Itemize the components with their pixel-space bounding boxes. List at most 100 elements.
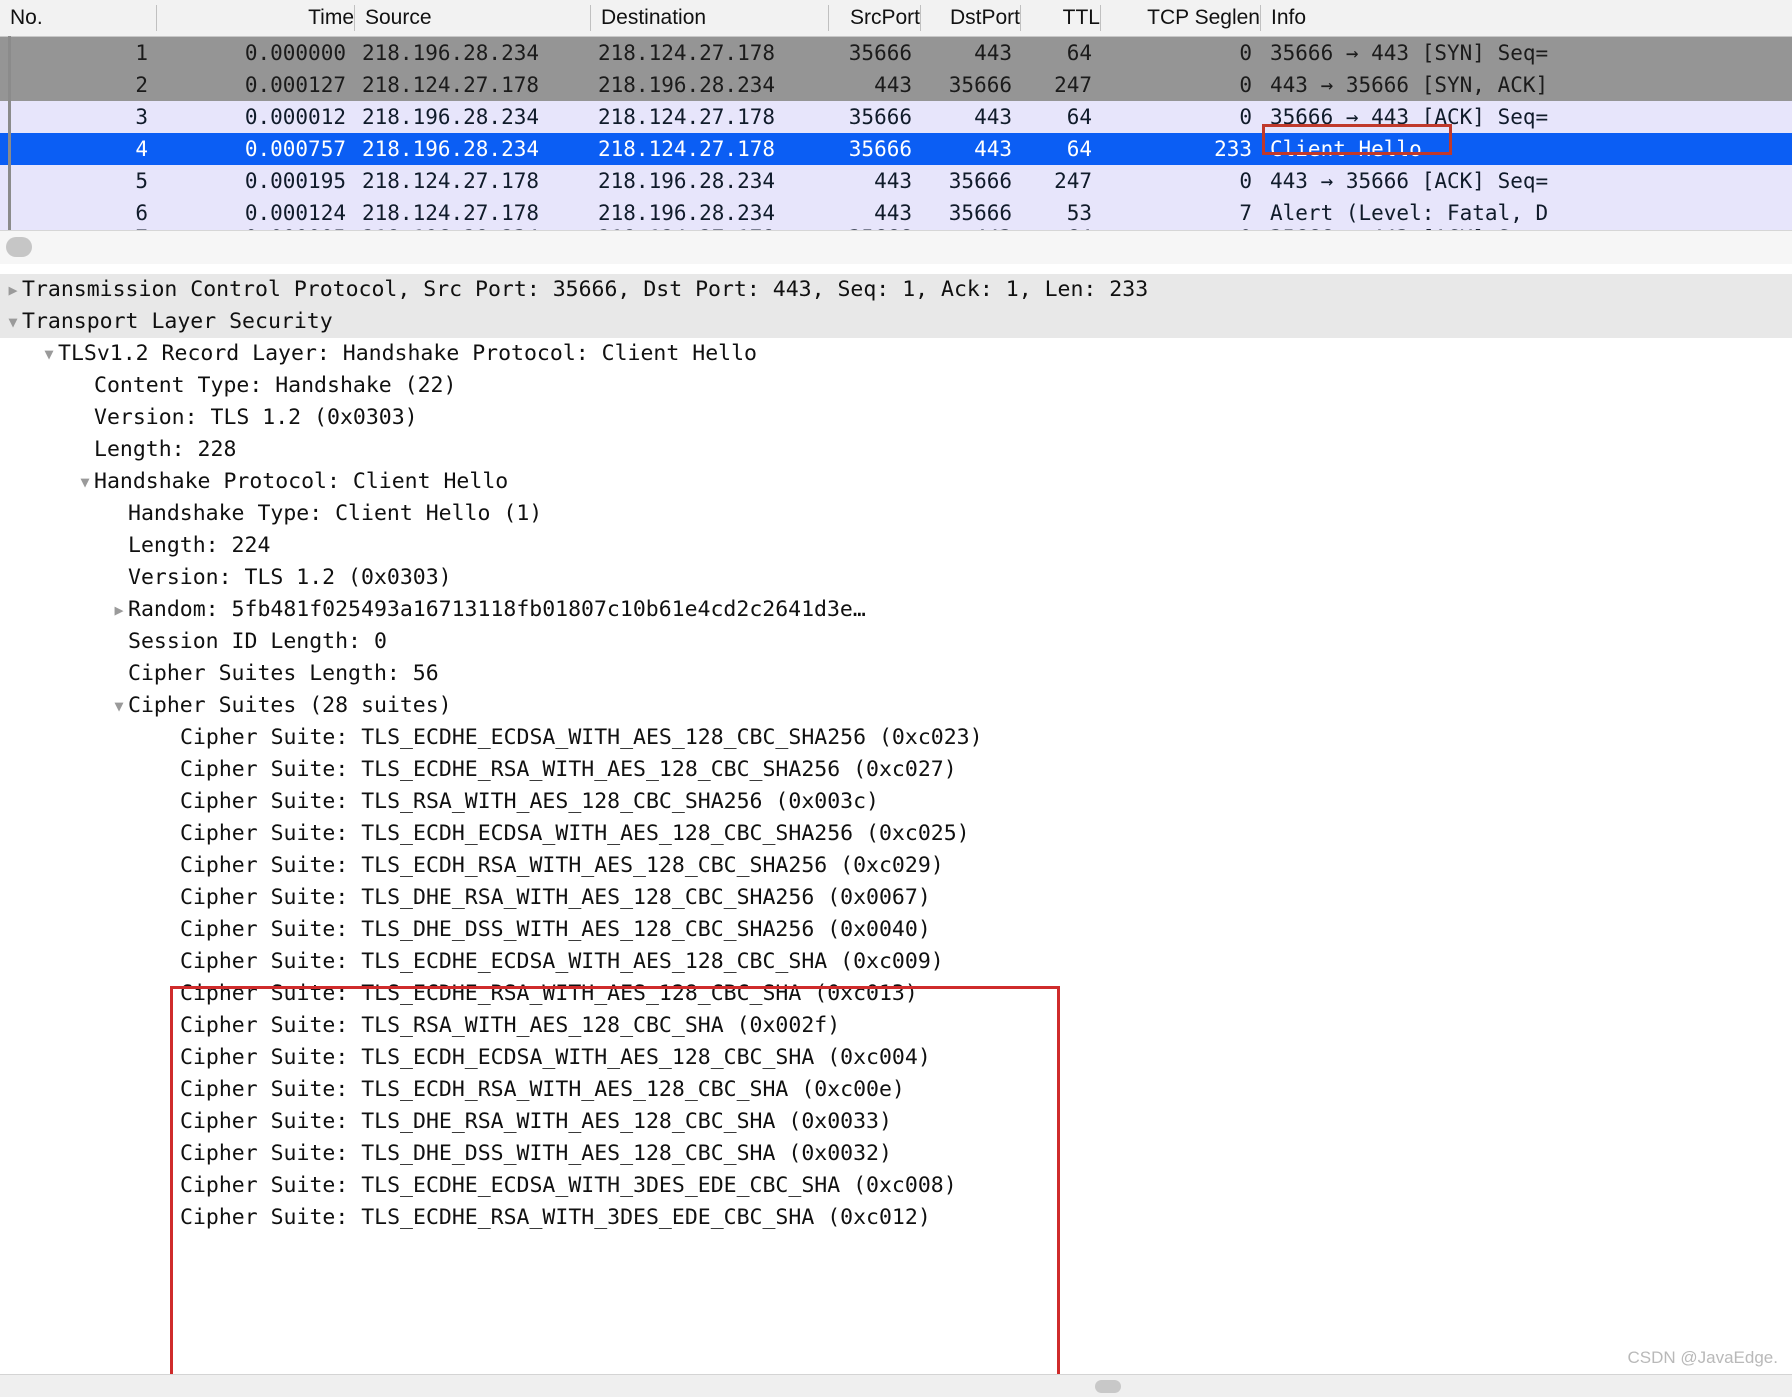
packet-cell-dstport: 35666	[948, 169, 1012, 193]
protocol-tree-label: Version: TLS 1.2 (0x0303)	[128, 565, 452, 590]
chevron-right-icon[interactable]	[4, 274, 22, 306]
packet-cell-ttl: 247	[1054, 73, 1092, 97]
packet-list-scroll-thumb[interactable]	[6, 237, 32, 257]
packet-cell-no: 5	[135, 169, 148, 193]
detail-pane-scroll-thumb[interactable]	[1095, 1380, 1121, 1393]
packet-cell-dstport: 443	[974, 41, 1012, 65]
cipher-suite-row[interactable]: Cipher Suite: TLS_ECDHE_RSA_WITH_AES_128…	[0, 978, 1792, 1010]
cipher-suite-row[interactable]: Cipher Suite: TLS_DHE_RSA_WITH_AES_128_C…	[0, 882, 1792, 914]
cipher-suite-row[interactable]: Cipher Suite: TLS_DHE_DSS_WITH_AES_128_C…	[0, 1138, 1792, 1170]
protocol-tree-row[interactable]: TLSv1.2 Record Layer: Handshake Protocol…	[0, 338, 1792, 370]
cipher-suite-label: Cipher Suite: TLS_ECDHE_ECDSA_WITH_3DES_…	[180, 1173, 957, 1198]
packet-row[interactable]: 5 0.000195 218.124.27.178 218.196.28.234 443…	[0, 165, 1792, 197]
packet-cell-time: 0.000757	[244, 137, 346, 161]
column-header-destination[interactable]: Destination	[590, 5, 828, 31]
protocol-tree-row[interactable]: Transmission Control Protocol, Src Port:…	[0, 274, 1792, 306]
chevron-right-icon[interactable]	[110, 594, 128, 626]
packet-cell-no: 2	[135, 73, 148, 97]
cipher-suite-label: Cipher Suite: TLS_ECDH_RSA_WITH_AES_128_…	[180, 1077, 905, 1102]
packet-cell-source: 218.124.27.178	[362, 201, 540, 225]
detail-pane-horizontal-scrollbar[interactable]	[0, 1374, 1792, 1397]
packet-cell-srcport: 443	[874, 201, 912, 225]
chevron-down-icon[interactable]	[4, 306, 22, 338]
packet-cell-seglen: 233	[1214, 137, 1252, 161]
packet-cell-destination: 218.124.27.178	[598, 41, 776, 65]
column-header-no[interactable]: No.	[0, 5, 156, 31]
cipher-suite-row[interactable]: Cipher Suite: TLS_ECDHE_ECDSA_WITH_3DES_…	[0, 1170, 1792, 1202]
protocol-tree-row[interactable]: Cipher Suites Length: 56	[0, 658, 1792, 690]
packet-row[interactable]: 1 0.000000 218.196.28.234 218.124.27.178 356…	[0, 37, 1792, 69]
cipher-suite-row[interactable]: Cipher Suite: TLS_ECDHE_ECDSA_WITH_AES_1…	[0, 722, 1792, 754]
protocol-tree-label: Handshake Protocol: Client Hello	[94, 469, 509, 494]
packet-cell-ttl: 247	[1054, 169, 1092, 193]
chevron-down-icon[interactable]	[110, 690, 128, 722]
cipher-suite-row[interactable]: Cipher Suite: TLS_RSA_WITH_AES_128_CBC_S…	[0, 786, 1792, 818]
protocol-tree-row[interactable]: Length: 228	[0, 434, 1792, 466]
cipher-suite-label: Cipher Suite: TLS_ECDHE_ECDSA_WITH_AES_1…	[180, 949, 944, 974]
column-header-tcp-seglen[interactable]: TCP Seglen	[1100, 5, 1260, 31]
protocol-tree-row[interactable]: Cipher Suites (28 suites)	[0, 690, 1792, 722]
cipher-suite-row[interactable]: Cipher Suite: TLS_ECDH_ECDSA_WITH_AES_12…	[0, 818, 1792, 850]
packet-row[interactable]: 2 0.000127 218.124.27.178 218.196.28.234 443…	[0, 69, 1792, 101]
protocol-tree-label: Cipher Suites Length: 56	[128, 661, 439, 686]
protocol-tree-label: Cipher Suites (28 suites)	[128, 693, 452, 718]
packet-cell-destination: 218.124.27.178	[598, 105, 776, 129]
cipher-suite-row[interactable]: Cipher Suite: TLS_DHE_DSS_WITH_AES_128_C…	[0, 914, 1792, 946]
cipher-suite-label: Cipher Suite: TLS_DHE_DSS_WITH_AES_128_C…	[180, 917, 931, 942]
packet-cell-seglen: 0	[1239, 105, 1252, 129]
protocol-tree-row[interactable]: Handshake Protocol: Client Hello	[0, 466, 1792, 498]
protocol-tree-label: Random: 5fb481f025493a16713118fb01807c10…	[128, 597, 866, 622]
protocol-tree-row[interactable]: Content Type: Handshake (22)	[0, 370, 1792, 402]
packet-cell-source: 218.124.27.178	[362, 169, 540, 193]
packet-cell-time: 0.000124	[244, 201, 346, 225]
packet-cell-srcport: 35666	[848, 41, 912, 65]
packet-cell-destination: 218.196.28.234	[598, 169, 776, 193]
cipher-suite-label: Cipher Suite: TLS_ECDH_RSA_WITH_AES_128_…	[180, 853, 944, 878]
cipher-suite-row[interactable]: Cipher Suite: TLS_DHE_RSA_WITH_AES_128_C…	[0, 1106, 1792, 1138]
column-header-dstport[interactable]: DstPort	[920, 5, 1020, 31]
cipher-suite-row[interactable]: Cipher Suite: TLS_ECDHE_ECDSA_WITH_AES_1…	[0, 946, 1792, 978]
column-header-source[interactable]: Source	[354, 5, 590, 31]
chevron-down-icon[interactable]	[76, 466, 94, 498]
protocol-tree-row[interactable]: Handshake Type: Client Hello (1)	[0, 498, 1792, 530]
cipher-suite-row[interactable]: Cipher Suite: TLS_ECDH_RSA_WITH_AES_128_…	[0, 850, 1792, 882]
packet-row[interactable]: 6 0.000124 218.124.27.178 218.196.28.234 443…	[0, 197, 1792, 229]
packet-list-pane[interactable]: No. Time Source Destination SrcPort DstP…	[0, 0, 1792, 266]
packet-row[interactable]: 3 0.000012 218.196.28.234 218.124.27.178 356…	[0, 101, 1792, 133]
column-header-ttl[interactable]: TTL	[1020, 5, 1100, 31]
packet-cell-destination: 218.124.27.178	[598, 137, 776, 161]
packet-cell-destination: 218.196.28.234	[598, 73, 776, 97]
packet-cell-time: 0.000195	[244, 169, 346, 193]
packet-detail-pane[interactable]: Transmission Control Protocol, Src Port:…	[0, 274, 1792, 1374]
protocol-tree-row[interactable]: Random: 5fb481f025493a16713118fb01807c10…	[0, 594, 1792, 626]
cipher-suite-label: Cipher Suite: TLS_DHE_RSA_WITH_AES_128_C…	[180, 885, 931, 910]
column-header-srcport[interactable]: SrcPort	[828, 5, 920, 31]
cipher-suite-row[interactable]: Cipher Suite: TLS_ECDH_ECDSA_WITH_AES_12…	[0, 1042, 1792, 1074]
protocol-tree-row[interactable]: Transport Layer Security	[0, 306, 1792, 338]
column-header-time[interactable]: Time	[156, 5, 354, 31]
cipher-suite-label: Cipher Suite: TLS_ECDHE_ECDSA_WITH_AES_1…	[180, 725, 983, 750]
cipher-suite-row[interactable]: Cipher Suite: TLS_RSA_WITH_AES_128_CBC_S…	[0, 1010, 1792, 1042]
cipher-suite-label: Cipher Suite: TLS_ECDH_ECDSA_WITH_AES_12…	[180, 821, 970, 846]
packet-row[interactable]: 4 0.000757 218.196.28.234 218.124.27.178 356…	[0, 133, 1792, 165]
packet-cell-destination: 218.196.28.234	[598, 201, 776, 225]
packet-list-horizontal-scrollbar[interactable]	[0, 230, 1792, 265]
cipher-suite-row[interactable]: Cipher Suite: TLS_ECDHE_RSA_WITH_AES_128…	[0, 754, 1792, 786]
protocol-tree-row[interactable]: Session ID Length: 0	[0, 626, 1792, 658]
protocol-tree-row[interactable]: Version: TLS 1.2 (0x0303)	[0, 562, 1792, 594]
packet-cell-seglen: 7	[1239, 201, 1252, 225]
cipher-suite-row[interactable]: Cipher Suite: TLS_ECDHE_RSA_WITH_3DES_ED…	[0, 1202, 1792, 1234]
cipher-suite-row[interactable]: Cipher Suite: TLS_ECDH_RSA_WITH_AES_128_…	[0, 1074, 1792, 1106]
cipher-suite-label: Cipher Suite: TLS_ECDHE_RSA_WITH_AES_128…	[180, 981, 918, 1006]
packet-cell-seglen: 0	[1239, 73, 1252, 97]
protocol-tree-label: Length: 224	[128, 533, 271, 558]
packet-cell-info: Alert (Level: Fatal, D	[1270, 201, 1549, 225]
watermark: CSDN @JavaEdge.	[1627, 1348, 1779, 1367]
chevron-down-icon[interactable]	[40, 338, 58, 370]
packet-cell-info: 443 → 35666 [ACK] Seq=	[1270, 169, 1549, 193]
packet-cell-time: 0.000127	[244, 73, 346, 97]
protocol-tree-row[interactable]: Version: TLS 1.2 (0x0303)	[0, 402, 1792, 434]
packet-cell-time: 0.000000	[244, 41, 346, 65]
column-header-info[interactable]: Info	[1260, 5, 1792, 31]
protocol-tree-row[interactable]: Length: 224	[0, 530, 1792, 562]
